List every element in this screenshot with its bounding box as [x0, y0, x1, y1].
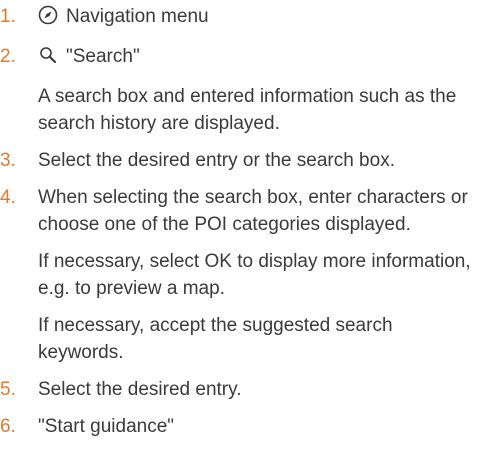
- step-note-secondary: If necessary, accept the suggested searc…: [38, 315, 393, 363]
- step-number: 1.: [0, 6, 16, 27]
- step-number: 4.: [0, 187, 16, 208]
- search-icon: [38, 45, 58, 73]
- step-6: 6. "Start guidance": [0, 413, 483, 440]
- step-5: 5. Select the desired entry.: [0, 376, 483, 403]
- step-1: 1. Navigation menu: [0, 3, 483, 33]
- step-note: A search box and entered information suc…: [38, 86, 457, 134]
- step-number: 6.: [0, 416, 16, 437]
- step-number: 5.: [0, 379, 16, 400]
- step-list: 1. Navigation menu 2. "Search" A search …: [0, 3, 483, 440]
- step-number: 3.: [0, 150, 16, 171]
- step-text: When selecting the search box, enter cha…: [38, 187, 468, 235]
- ok-button-symbol: OK: [204, 251, 232, 272]
- step-4: 4. When selecting the search box, enter …: [0, 184, 483, 366]
- instruction-document: 1. Navigation menu 2. "Search" A search …: [0, 0, 483, 476]
- step-text: Select the desired entry.: [38, 379, 242, 400]
- step-3: 3. Select the desired entry or the searc…: [0, 147, 483, 174]
- step-text: "Search": [66, 46, 140, 67]
- step-text: Select the desired entry or the search b…: [38, 150, 395, 171]
- step-2: 2. "Search" A search box and entered inf…: [0, 43, 483, 137]
- step-note: If necessary, select OK to display more …: [38, 251, 471, 299]
- step-number: 2.: [0, 46, 16, 67]
- navigation-compass-icon: [38, 5, 58, 33]
- step-text: Navigation menu: [66, 6, 209, 27]
- step-text: "Start guidance": [38, 416, 175, 437]
